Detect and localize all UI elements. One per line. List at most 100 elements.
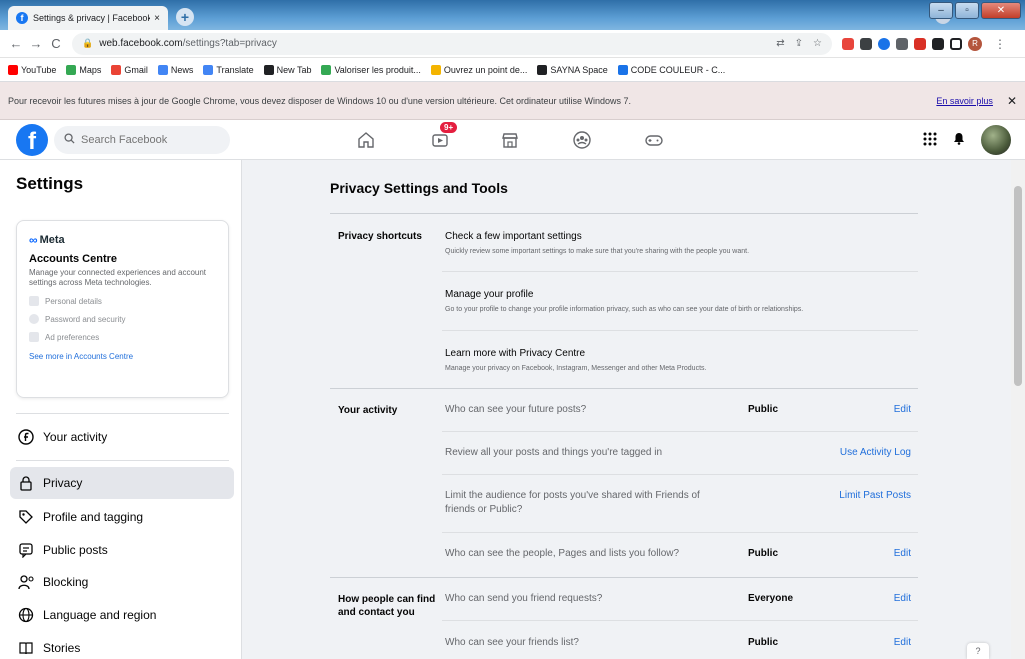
marketplace-icon[interactable] [498,128,522,152]
profile-avatar[interactable]: R [968,36,982,51]
extension-icon[interactable] [860,37,872,50]
shortcut-privacy-centre[interactable]: Learn more with Privacy Centre [445,348,585,359]
use-activity-log-button[interactable]: Use Activity Log [840,447,911,458]
update-infobar: Pour recevoir les futures mises à jour d… [0,82,1025,120]
bookmark-label: SAYNA Space [550,64,608,75]
bookmarks-bar: YouTube Maps Gmail News Translate New Tab Valo… [0,58,1025,82]
meta-item-password-security[interactable]: Password and security [29,314,216,324]
home-icon[interactable] [354,128,378,152]
back-icon[interactable]: ← [6,36,26,51]
notifications-bell-icon[interactable] [953,132,965,148]
account-controls [923,125,1011,155]
accounts-centre-description: Manage your connected experiences and ac… [29,268,207,287]
sidebar-divider [16,460,229,461]
sidebar-item-blocking[interactable]: Blocking [10,566,234,598]
edit-future-posts-button[interactable]: Edit [894,404,911,415]
help-icon[interactable]: ? [967,643,989,659]
bookmark-item[interactable]: SAYNA Space [537,64,608,75]
infobar-close-button[interactable]: ✕ [1007,94,1017,108]
meta-item-personal-details[interactable]: Personal details [29,296,216,306]
bookmark-item[interactable]: New Tab [263,64,311,75]
side-panel-icon[interactable] [950,37,962,50]
edit-friends-list-button[interactable]: Edit [894,637,911,648]
tab-title: Settings & privacy | Facebook [33,13,151,23]
page-scrollbar[interactable] [1011,160,1025,659]
reload-icon[interactable]: C [46,36,66,51]
extension-icon[interactable] [878,37,890,50]
puzzle-icon[interactable] [932,37,944,50]
page-title: Privacy Settings and Tools [330,180,508,196]
meta-item-label: Ad preferences [45,332,100,342]
shortcut-manage-profile[interactable]: Manage your profile [445,289,533,300]
bookmark-item[interactable]: Maps [66,64,101,75]
shield-icon [29,314,39,324]
minimize-button[interactable]: – [929,2,953,19]
watch-icon[interactable]: 9+ [428,122,458,152]
sidebar-item-your-activity[interactable]: Your activity [10,421,234,453]
maximize-button[interactable]: ▫ [955,2,979,19]
bookmark-item[interactable]: Valoriser les produit... [321,64,421,75]
bookmark-star-icon[interactable]: ☆ [813,38,822,49]
bookmark-item[interactable]: YouTube [8,64,56,75]
edit-friend-requests-button[interactable]: Edit [894,593,911,604]
blocking-icon [18,574,34,590]
tab-close-button[interactable]: × [154,13,160,24]
bookmark-item[interactable]: CODE COULEUR - C... [617,64,725,75]
meta-infinity-icon: ∞ [29,233,38,247]
bookmark-item[interactable]: Translate [203,64,254,75]
meta-item-label: Password and security [45,314,126,324]
public-posts-icon [18,542,34,558]
close-window-button[interactable]: ✕ [981,2,1021,19]
share-icon[interactable]: ⇪ [795,38,803,49]
find-contact-label: How people can find and contact you [338,594,436,618]
row-value: Public [748,404,779,415]
bookmark-favicon-icon [321,64,332,75]
bookmark-favicon-icon [537,64,548,75]
facebook-logo[interactable]: f [16,124,48,156]
shortcut-check-settings[interactable]: Check a few important settings [445,231,582,242]
forward-icon[interactable]: → [26,36,46,51]
lock-icon[interactable]: 🔒 [82,38,93,49]
extension-icon[interactable] [896,37,908,50]
new-tab-button[interactable]: + [176,8,194,26]
more-menu-icon[interactable]: ⋮ [994,37,1006,51]
search-box[interactable] [54,126,230,154]
translate-icon[interactable]: ⇄ [776,38,784,49]
your-activity-label: Your activity [338,405,398,416]
bookmark-label: Valoriser les produit... [334,64,421,75]
edit-following-button[interactable]: Edit [894,548,911,559]
row-divider [442,532,918,533]
user-avatar[interactable] [981,125,1011,155]
row-divider [442,431,918,432]
watch-badge: 9+ [440,122,458,133]
sidebar-item-privacy[interactable]: Privacy [10,467,234,499]
bookmark-item[interactable]: Gmail [111,64,148,75]
shortcut-subtitle: Quickly review some important settings t… [445,248,750,255]
meta-item-ad-preferences[interactable]: Ad preferences [29,332,216,342]
groups-icon[interactable] [570,128,594,152]
bookmark-item[interactable]: News [157,64,194,75]
extension-icon[interactable] [842,37,854,50]
sidebar-item-language-region[interactable]: Language and region [10,599,234,631]
sidebar-item-public-posts[interactable]: Public posts [10,534,234,566]
bookmark-label: News [170,64,194,75]
gaming-icon[interactable] [642,128,666,152]
bookmark-item[interactable]: Ouvrez un point de... [430,64,527,75]
shortcut-subtitle: Manage your privacy on Facebook, Instagr… [445,365,707,372]
row-value: Public [748,637,779,648]
bookmark-favicon-icon [157,64,168,75]
search-input[interactable] [81,134,211,146]
window-controls: – ▫ ✕ [929,2,1021,19]
scrollbar-thumb[interactable] [1014,186,1022,386]
see-more-accounts-centre-link[interactable]: See more in Accounts Centre [29,352,216,361]
accounts-centre-card[interactable]: ∞ Meta Accounts Centre Manage your connec… [16,220,229,398]
sidebar-item-profile-tagging[interactable]: Profile and tagging [10,501,234,533]
menu-grid-icon[interactable] [923,132,937,149]
sidebar-item-stories[interactable]: Stories [10,632,234,659]
meta-item-label: Personal details [45,296,102,306]
limit-past-posts-button[interactable]: Limit Past Posts [839,490,911,501]
url-input[interactable]: 🔒 web.facebook.com/settings?tab=privacy … [72,32,832,55]
learn-more-link[interactable]: En savoir plus [936,96,993,106]
browser-tab[interactable]: f Settings & privacy | Facebook × [8,6,168,30]
extension-icon[interactable] [914,37,926,50]
